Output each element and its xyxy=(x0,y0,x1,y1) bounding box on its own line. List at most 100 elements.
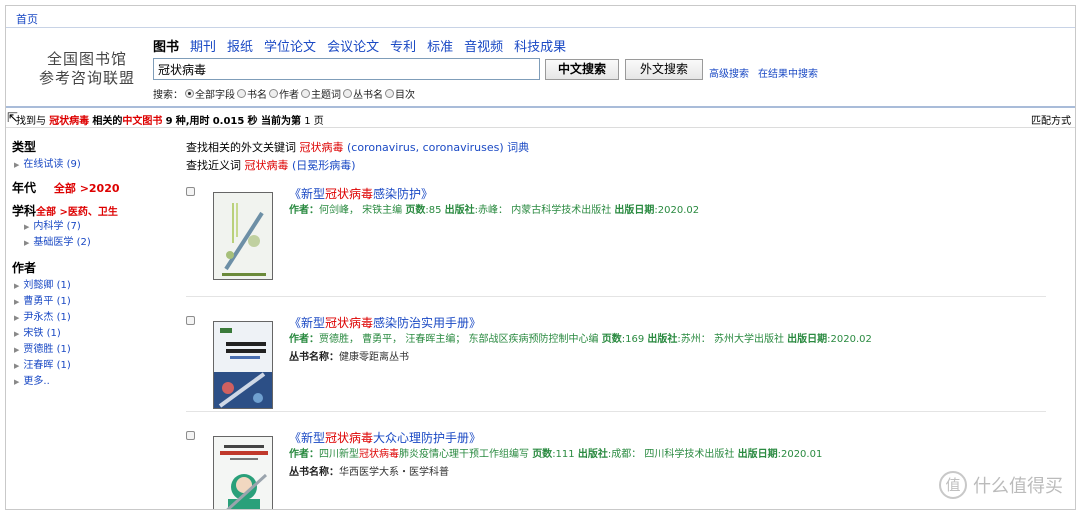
triangle-right-icon: ▶ xyxy=(24,223,30,231)
summary-text-5: 页 xyxy=(313,116,324,127)
facet-author-item[interactable]: ▶ 尹永杰 (1) xyxy=(12,310,172,326)
facet-subject-value[interactable]: 医药、卫生 xyxy=(68,207,118,218)
book-title-link[interactable]: 《新型冠状病毒感染防护》 xyxy=(289,185,433,202)
select-checkbox[interactable] xyxy=(186,187,195,196)
publisher-label: 出版社 xyxy=(444,205,475,216)
book-series-name: 健康零距离丛书 xyxy=(339,352,409,363)
tab-conference-papers[interactable]: 会议论文 xyxy=(327,36,379,55)
tab-audio-video[interactable]: 音视频 xyxy=(464,36,503,55)
facet-subject-all[interactable]: 全部 xyxy=(36,207,56,218)
radio-label-all-fields[interactable]: 全部字段 xyxy=(195,86,235,101)
cover-art-icon xyxy=(214,322,272,408)
book-title-link[interactable]: 《新型冠状病毒大众心理防护手册》 xyxy=(289,429,481,446)
facet-author-item[interactable]: ▶ 曹勇平 (1) xyxy=(12,294,172,310)
home-link[interactable]: 首页 xyxy=(16,13,38,26)
tab-theses[interactable]: 学位论文 xyxy=(264,36,316,55)
facet-type-heading: 类型 xyxy=(12,140,37,154)
dictionary-link[interactable]: 词典 xyxy=(507,141,529,154)
book-series: 丛书名称：华西医学大系・医学科普 xyxy=(289,463,449,478)
book-authors-post: 肺炎疫情心理干预工作组编写 xyxy=(399,449,529,460)
related-foreign-list[interactable]: (coronavirus, coronaviruses) xyxy=(347,141,504,154)
triangle-right-icon: ▶ xyxy=(14,378,20,386)
facet-year-heading: 年代 xyxy=(12,181,37,195)
book-date: :2020.02 xyxy=(654,205,700,216)
facet-author-label: 刘懿卿 (1) xyxy=(23,280,71,291)
search-input[interactable] xyxy=(153,58,540,80)
book-title-pre: 《新型 xyxy=(289,316,326,330)
chinese-search-button[interactable]: 中文搜索 xyxy=(545,59,619,80)
facet-year-value[interactable]: 2020 xyxy=(89,182,120,195)
related-synonyms: 查找近义词 冠状病毒 (日冕形病毒) xyxy=(186,156,1046,176)
search-fields-label: 搜索： xyxy=(153,90,183,101)
tab-patents[interactable]: 专利 xyxy=(390,36,416,55)
mouse-cursor-icon: ⇱ xyxy=(7,111,18,126)
book-title-keyword: 冠状病毒 xyxy=(325,187,374,201)
related-synonym-list[interactable]: (日冕形病毒) xyxy=(292,159,356,172)
date-label: 出版日期 xyxy=(614,205,655,216)
book-publisher: :苏州： 苏州大学出版社 xyxy=(677,334,784,345)
facet-author-label: 曹勇平 (1) xyxy=(23,296,71,307)
pages-label: 页数 xyxy=(532,449,553,460)
book-authors: 贾德胜， 曹勇平， 汪春晖主编； 东部战区疾病预防控制中心编 xyxy=(319,334,599,345)
book-cover-image[interactable] xyxy=(213,436,273,509)
book-title-keyword: 冠状病毒 xyxy=(325,316,374,330)
cover-art-icon xyxy=(214,437,272,509)
radio-label-author[interactable]: 作者 xyxy=(279,86,299,101)
book-authors: 何剑峰， 宋铁主编 xyxy=(319,205,403,216)
facet-author-label: 宋铁 (1) xyxy=(23,328,61,339)
book-cover-image[interactable] xyxy=(213,192,273,280)
result-item: 《新型冠状病毒感染防治实用手册》 作者：贾德胜， 曹勇平， 汪春晖主编； 东部战… xyxy=(186,297,1046,412)
facet-year-all[interactable]: 全部 xyxy=(54,182,76,195)
tab-newspapers[interactable]: 报纸 xyxy=(227,36,253,55)
book-title-link[interactable]: 《新型冠状病毒感染防治实用手册》 xyxy=(289,314,481,331)
facet-subject-label: 基础医学 (2) xyxy=(33,237,91,248)
related-foreign-text: 查找相关的外文关键词 xyxy=(186,141,296,154)
facet-author-item[interactable]: ▶ 贾德胜 (1) xyxy=(12,342,172,358)
facet-author-item[interactable]: ▶ 宋铁 (1) xyxy=(12,326,172,342)
author-label: 作者： xyxy=(289,205,319,216)
triangle-right-icon: ▶ xyxy=(14,346,20,354)
summary-page: 1 xyxy=(304,116,311,127)
book-pages: :169 xyxy=(621,334,645,345)
site-logo[interactable]: 全国图书馆 参考咨询联盟 xyxy=(32,50,142,88)
radio-series[interactable] xyxy=(343,89,352,98)
radio-label-series[interactable]: 丛书名 xyxy=(353,86,383,101)
tab-books[interactable]: 图书 xyxy=(153,36,179,55)
facet-author-item[interactable]: ▶ 汪春晖 (1) xyxy=(12,358,172,374)
triangle-right-icon: ▶ xyxy=(24,239,30,247)
foreign-search-button[interactable]: 外文搜索 xyxy=(625,59,703,80)
radio-all-fields[interactable] xyxy=(185,89,194,98)
triangle-right-icon: ▶ xyxy=(14,282,20,290)
tab-journals[interactable]: 期刊 xyxy=(190,36,216,55)
search-in-results-link[interactable]: 在结果中搜索 xyxy=(758,65,818,80)
result-item: 《新型冠状病毒感染防护》 作者：何剑峰， 宋铁主编 页数:85 出版社:赤峰： … xyxy=(186,182,1046,297)
radio-subject[interactable] xyxy=(301,89,310,98)
advanced-search-link[interactable]: 高级搜索 xyxy=(709,65,749,80)
book-title-pre: 《新型 xyxy=(289,187,326,201)
book-pages: :85 xyxy=(425,205,442,216)
tab-standards[interactable]: 标准 xyxy=(427,36,453,55)
facet-subject-item[interactable]: ▶ 基础医学 (2) xyxy=(12,235,172,251)
pages-label: 页数 xyxy=(601,334,622,345)
facet-author-item[interactable]: ▶ 刘懿卿 (1) xyxy=(12,278,172,294)
radio-label-subject[interactable]: 主题词 xyxy=(311,86,341,101)
watermark-text: 什么值得买 xyxy=(973,476,1063,497)
tab-tech-achievements[interactable]: 科技成果 xyxy=(514,36,566,55)
facet-subject-item[interactable]: ▶ 内科学 (7) xyxy=(12,219,172,235)
radio-label-toc[interactable]: 目次 xyxy=(395,86,415,101)
match-mode[interactable]: 匹配方式 xyxy=(1031,112,1071,127)
summary-text-4: 秒 当前为第 xyxy=(247,116,302,127)
select-checkbox[interactable] xyxy=(186,431,195,440)
book-cover-image[interactable] xyxy=(213,321,273,409)
facet-type-item[interactable]: ▶ 在线试读 (9) xyxy=(12,157,172,173)
radio-toc[interactable] xyxy=(385,89,394,98)
related-foreign-keywords: 查找相关的外文关键词 冠状病毒 (coronavirus, coronaviru… xyxy=(186,138,1046,158)
radio-label-title[interactable]: 书名 xyxy=(247,86,267,101)
facet-author-more[interactable]: ▶ 更多.. xyxy=(12,374,172,390)
book-title-keyword: 冠状病毒 xyxy=(325,431,374,445)
book-date: :2020.02 xyxy=(827,334,872,345)
radio-author[interactable] xyxy=(269,89,278,98)
radio-title[interactable] xyxy=(237,89,246,98)
triangle-right-icon: ▶ xyxy=(14,314,20,322)
select-checkbox[interactable] xyxy=(186,316,195,325)
